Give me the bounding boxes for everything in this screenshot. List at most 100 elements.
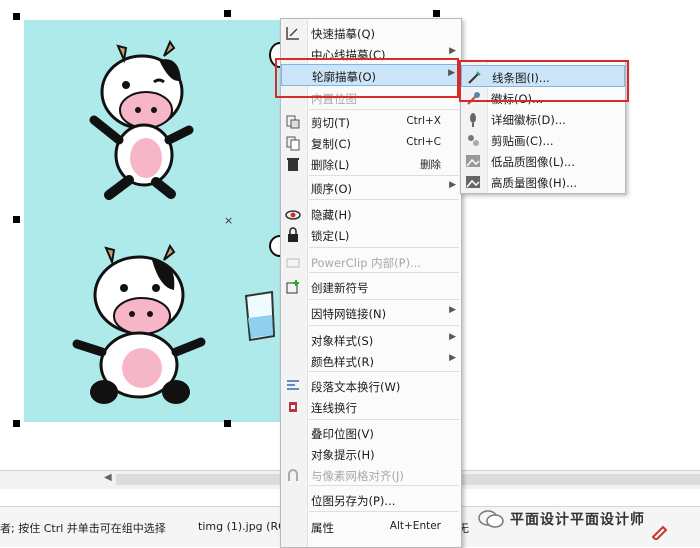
detailed-logo-icon — [470, 113, 476, 127]
submenu-item-label: 高质量图像(H)... — [491, 176, 578, 190]
menu-item-17[interactable]: 叠印位图(V) — [281, 422, 461, 444]
menu-separator — [309, 299, 459, 300]
menu-item-label: 复制(C) — [311, 137, 352, 151]
menu-separator — [309, 199, 459, 200]
menu-separator — [309, 485, 459, 486]
menu-item-shortcut: 删除 — [420, 159, 441, 171]
selection-handle-bottom-left[interactable] — [13, 420, 20, 427]
submenu-item-label: 剪贴画(C)... — [491, 134, 554, 148]
clipart-icon — [468, 135, 479, 146]
menu-item-label: 对象提示(H) — [311, 448, 375, 462]
menu-item-19: 与像素网格对齐(J) — [281, 464, 461, 486]
menu-item-8[interactable]: 隐藏(H) — [281, 203, 461, 225]
menu-item-9[interactable]: 锁定(L) — [281, 224, 461, 246]
menu-item-0[interactable]: 快速描摹(Q) — [281, 22, 461, 44]
wrap-text-icon — [287, 380, 299, 390]
hide-icon — [285, 210, 301, 220]
status-hint: 者; 按住 Ctrl 并单击可在组中选择 — [0, 522, 166, 535]
selected-bitmap[interactable] — [24, 20, 286, 422]
lock-icon — [288, 227, 298, 242]
submenu-item-5[interactable]: 高质量图像(H)... — [461, 171, 625, 193]
new-symbol-icon — [286, 280, 299, 294]
submenu-arrow-icon: ▶ — [449, 332, 456, 342]
menu-item-shortcut: Ctrl+C — [406, 136, 441, 148]
menu-item-label: 剪切(T) — [311, 116, 350, 130]
menu-item-label: 锁定(L) — [311, 229, 350, 243]
cow-illustration-bottom — [72, 243, 206, 404]
selection-handle-top-right[interactable] — [433, 10, 440, 17]
menu-separator — [309, 175, 459, 176]
menu-item-15[interactable]: 段落文本换行(W) — [281, 375, 461, 397]
menu-separator — [309, 109, 459, 110]
menu-item-4[interactable]: 剪切(T) Ctrl+X — [281, 111, 461, 133]
copy-icon — [286, 136, 300, 151]
powerclip-icon — [286, 258, 300, 268]
quick-trace-icon — [286, 27, 299, 40]
high-quality-image-icon — [466, 176, 480, 188]
menu-item-11[interactable]: 创建新符号 — [281, 276, 461, 298]
menu-item-label: PowerClip 内部(P)... — [311, 256, 422, 270]
menu-item-label: 顺序(O) — [311, 182, 353, 196]
menu-item-18[interactable]: 对象提示(H) — [281, 443, 461, 465]
highlight-box-line-art — [459, 60, 629, 102]
glass-illustration — [244, 290, 276, 342]
selection-handle-top-left[interactable] — [13, 13, 20, 20]
connector-wrap-icon — [289, 402, 297, 412]
menu-item-20[interactable]: 位图另存为(P)... — [281, 489, 461, 511]
menu-item-label: 因特网链接(N) — [311, 307, 387, 321]
menu-item-label: 删除(L) — [311, 158, 350, 172]
submenu-item-3[interactable]: 剪贴画(C)... — [461, 129, 625, 151]
submenu-arrow-icon: ▶ — [449, 353, 456, 363]
cow-partial-icon-2 — [269, 235, 282, 257]
menu-separator — [309, 272, 459, 273]
menu-item-13[interactable]: 对象样式(S) ▶ — [281, 329, 461, 351]
menu-separator — [309, 325, 459, 326]
pen-icon[interactable] — [650, 520, 670, 540]
submenu-arrow-icon: ▶ — [449, 305, 456, 315]
scroll-left-icon[interactable]: ◀ — [104, 472, 112, 483]
menu-separator — [309, 511, 459, 512]
menu-item-label: 位图另存为(P)... — [311, 494, 396, 508]
selection-handle-top-mid[interactable] — [224, 10, 231, 17]
rotation-center-icon[interactable]: × — [224, 214, 233, 227]
menu-item-16[interactable]: 连线换行 — [281, 396, 461, 418]
menu-item-label: 创建新符号 — [311, 281, 369, 295]
menu-item-6[interactable]: 删除(L) 删除 — [281, 153, 461, 175]
submenu-item-2[interactable]: 详细徽标(D)... — [461, 108, 625, 130]
selection-handle-mid-left[interactable] — [13, 216, 20, 223]
selection-handle-bottom-mid[interactable] — [224, 420, 231, 427]
menu-item-label: 对象样式(S) — [311, 334, 374, 348]
cow-illustration-top — [89, 39, 194, 200]
submenu-arrow-icon: ▶ — [449, 180, 456, 190]
low-quality-image-icon — [466, 155, 480, 167]
menu-item-10: PowerClip 内部(P)... — [281, 251, 461, 273]
submenu-item-label: 详细徽标(D)... — [491, 113, 566, 127]
menu-item-label: 颜色样式(R) — [311, 355, 374, 369]
submenu-arrow-icon: ▶ — [449, 46, 456, 56]
menu-item-21[interactable]: 属性 Alt+Enter — [281, 516, 461, 538]
menu-item-label: 快速描摹(Q) — [311, 27, 376, 41]
menu-item-12[interactable]: 因特网链接(N) ▶ — [281, 302, 461, 324]
highlight-box-outline-trace — [275, 58, 459, 98]
menu-item-5[interactable]: 复制(C) Ctrl+C — [281, 132, 461, 154]
submenu-item-4[interactable]: 低品质图像(L)... — [461, 150, 625, 172]
menu-item-label: 叠印位图(V) — [311, 427, 374, 441]
trash-icon — [287, 158, 299, 171]
submenu-item-label: 低品质图像(L)... — [491, 155, 575, 169]
menu-item-label: 属性 — [311, 521, 334, 535]
menu-item-label: 与像素网格对齐(J) — [311, 469, 404, 483]
menu-separator — [309, 371, 459, 372]
wechat-icon — [478, 510, 504, 528]
menu-item-label: 连线换行 — [311, 401, 357, 415]
menu-item-7[interactable]: 顺序(O) ▶ — [281, 177, 461, 199]
menu-separator — [309, 419, 459, 420]
menu-item-label: 段落文本换行(W) — [311, 380, 401, 394]
watermark-text: 平面设计平面设计师 — [510, 512, 645, 528]
magnet-icon — [288, 469, 298, 481]
watermark: 平面设计平面设计师 — [478, 504, 645, 534]
menu-item-shortcut: Ctrl+X — [406, 115, 441, 127]
menu-separator — [309, 247, 459, 248]
cut-icon — [286, 115, 300, 129]
menu-item-label: 隐藏(H) — [311, 208, 352, 222]
menu-item-14[interactable]: 颜色样式(R) ▶ — [281, 350, 461, 372]
